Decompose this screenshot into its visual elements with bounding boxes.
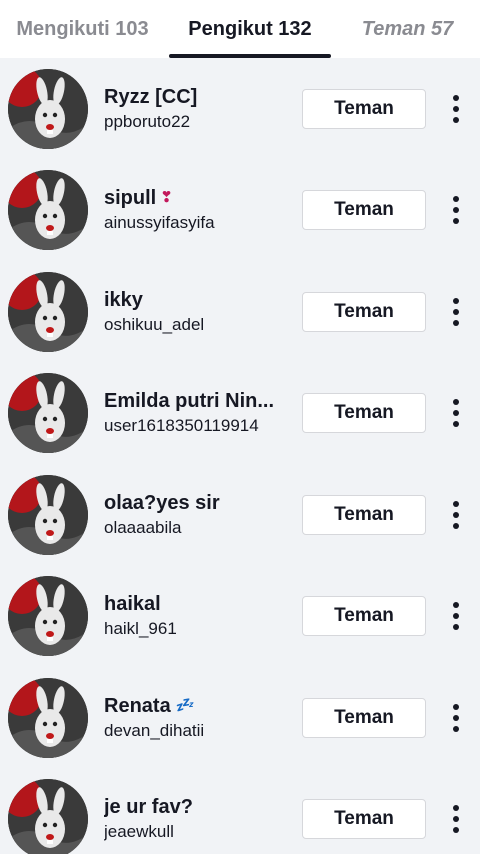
display-name-text: olaa?yes sir <box>104 491 220 514</box>
more-options-icon[interactable] <box>444 799 468 839</box>
avatar[interactable] <box>8 170 88 251</box>
more-options-icon[interactable] <box>444 495 468 535</box>
tab-following[interactable]: Mengikuti 103 <box>0 0 165 58</box>
display-name-text: Renata <box>104 694 171 717</box>
user-info: ikky oshikuu_adel <box>104 287 290 337</box>
user-info: Emilda putri Nin... user1618350119914 <box>104 388 290 438</box>
list-item[interactable]: ikky oshikuu_adel Teman <box>0 261 480 363</box>
list-item[interactable]: sipull ❣ ainussyifasyifa Teman <box>0 160 480 262</box>
display-name-text: haikal <box>104 593 161 616</box>
friend-button[interactable]: Teman <box>302 393 426 434</box>
display-name: je ur fav? <box>104 794 290 820</box>
more-options-icon[interactable] <box>444 190 468 230</box>
list-item[interactable]: Ryzz [CC] ppboruto22 Teman <box>0 58 480 160</box>
display-name: Emilda putri Nin... <box>104 388 290 414</box>
display-name: sipull ❣ <box>104 185 290 211</box>
more-options-icon[interactable] <box>444 698 468 738</box>
list-item[interactable]: je ur fav? jeaewkull Teman <box>0 769 480 854</box>
display-name-text: Ryzz [CC] <box>104 85 198 108</box>
tab-followers[interactable]: Pengikut 132 <box>165 0 335 58</box>
list-item[interactable]: haikal haikl_961 Teman <box>0 566 480 668</box>
user-info: Renata 💤 devan_dihatii <box>104 693 290 743</box>
username: jeaewkull <box>104 822 174 842</box>
user-info: sipull ❣ ainussyifasyifa <box>104 185 290 235</box>
user-info: Ryzz [CC] ppboruto22 <box>104 84 290 134</box>
user-info: je ur fav? jeaewkull <box>104 794 290 844</box>
display-name: haikal <box>104 591 290 617</box>
heart-emoji-icon: ❣ <box>160 189 173 207</box>
friend-button[interactable]: Teman <box>302 291 426 332</box>
more-options-icon[interactable] <box>444 292 468 332</box>
friend-button[interactable]: Teman <box>302 494 426 535</box>
display-name-text: sipull <box>104 187 157 210</box>
list-item[interactable]: Emilda putri Nin... user1618350119914 Tema… <box>0 363 480 465</box>
display-name-text: ikky <box>104 288 143 311</box>
username: oshikuu_adel <box>104 314 205 334</box>
avatar[interactable] <box>8 373 88 454</box>
sleep-emoji-icon: 💤 <box>174 696 194 714</box>
display-name: Ryzz [CC] <box>104 84 290 110</box>
display-name-text: je ur fav? <box>104 796 193 819</box>
username: user1618350119914 <box>104 416 259 436</box>
avatar[interactable] <box>8 271 88 352</box>
username: ppboruto22 <box>104 111 191 131</box>
avatar[interactable] <box>8 576 88 657</box>
avatar[interactable] <box>8 677 88 758</box>
list-item[interactable]: Renata 💤 devan_dihatii Teman <box>0 667 480 769</box>
friend-button[interactable]: Teman <box>302 799 426 840</box>
avatar[interactable] <box>8 68 88 149</box>
user-info: olaa?yes sir olaaaabila <box>104 490 290 540</box>
avatar[interactable] <box>8 779 88 854</box>
friend-button[interactable]: Teman <box>302 190 426 231</box>
tab-friends[interactable]: Teman 57 <box>335 0 480 58</box>
follow-tabs: Mengikuti 103 Pengikut 132 Teman 57 <box>0 0 480 58</box>
more-options-icon[interactable] <box>444 393 468 433</box>
tab-followers-label: Pengikut 132 <box>188 17 312 40</box>
friend-button[interactable]: Teman <box>302 596 426 637</box>
display-name-text: Emilda putri Nin... <box>104 390 275 413</box>
display-name: olaa?yes sir <box>104 490 290 516</box>
followers-list[interactable]: Ryzz [CC] ppboruto22 Teman sipull ❣ ainussyi… <box>0 58 480 854</box>
username: olaaaabila <box>104 517 182 537</box>
username: haikl_961 <box>104 619 177 639</box>
display-name: ikky <box>104 287 290 313</box>
display-name: Renata 💤 <box>104 693 290 719</box>
username: devan_dihatii <box>104 720 205 740</box>
more-options-icon[interactable] <box>444 89 468 129</box>
friend-button[interactable]: Teman <box>302 88 426 129</box>
avatar[interactable] <box>8 474 88 555</box>
list-item[interactable]: olaa?yes sir olaaaabila Teman <box>0 464 480 566</box>
more-options-icon[interactable] <box>444 596 468 636</box>
username: ainussyifasyifa <box>104 213 215 233</box>
user-info: haikal haikl_961 <box>104 591 290 641</box>
friend-button[interactable]: Teman <box>302 697 426 738</box>
